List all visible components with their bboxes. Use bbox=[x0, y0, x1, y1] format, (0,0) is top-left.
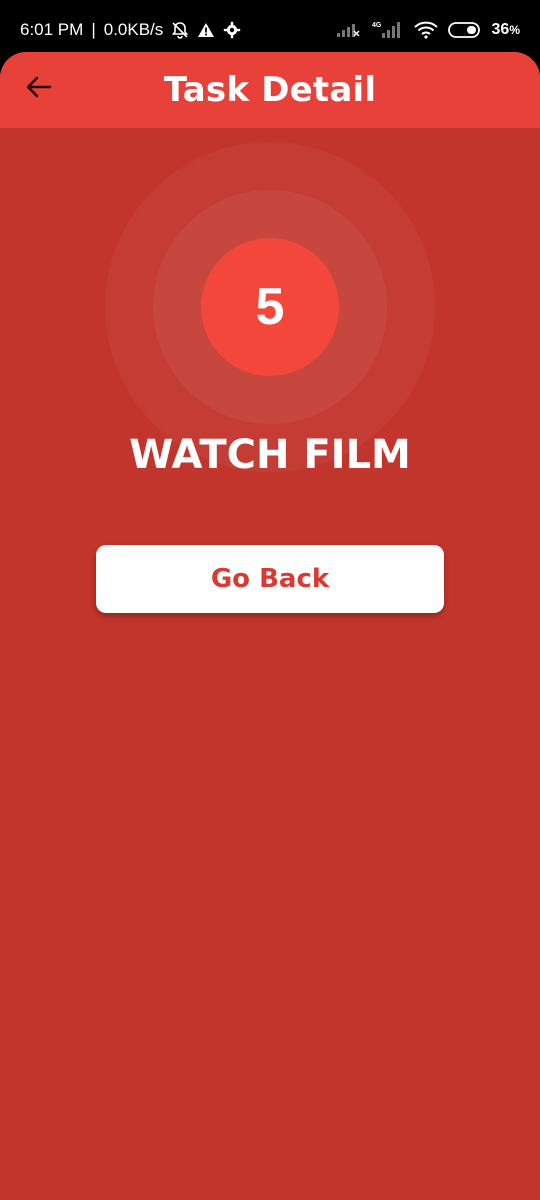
status-left: 6:01 PM | 0.0KB/s bbox=[20, 20, 241, 40]
status-separator: | bbox=[91, 20, 96, 39]
status-bar: 6:01 PM | 0.0KB/s 4G 36% bbox=[0, 0, 540, 52]
settings-icon bbox=[223, 21, 241, 39]
status-right: 4G 36% bbox=[336, 20, 520, 40]
screen: 6:01 PM | 0.0KB/s 4G 36% Task Detail 5 W… bbox=[0, 0, 540, 1200]
signal-4g-icon: 4G bbox=[370, 20, 404, 40]
notification-muted-icon bbox=[171, 21, 189, 39]
go-back-label: Go Back bbox=[210, 564, 330, 594]
battery-icon bbox=[447, 22, 482, 38]
task-count-circle: 5 bbox=[201, 238, 339, 376]
app-bar: Task Detail bbox=[0, 52, 540, 128]
page-title: Task Detail bbox=[163, 70, 377, 110]
status-time: 6:01 PM bbox=[20, 20, 84, 39]
network-speed: 0.0KB/s bbox=[103, 20, 164, 39]
alert-icon bbox=[197, 22, 215, 38]
task-detail-screen: Task Detail 5 WATCH FILM Go Back bbox=[0, 52, 540, 1200]
task-name: WATCH FILM bbox=[129, 432, 411, 478]
wifi-icon bbox=[413, 21, 438, 39]
battery-percent: 36% bbox=[491, 21, 520, 38]
network-type-label: 4G bbox=[372, 22, 382, 29]
signal-icon bbox=[336, 22, 360, 38]
task-count: 5 bbox=[255, 278, 285, 336]
go-back-button[interactable]: Go Back bbox=[96, 545, 444, 613]
